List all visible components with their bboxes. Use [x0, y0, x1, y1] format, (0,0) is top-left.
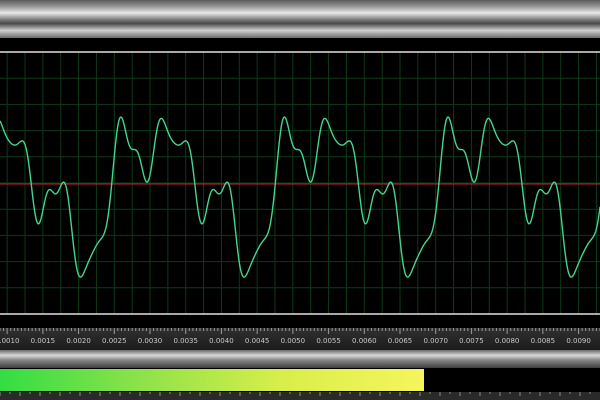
time-tick-label: 0.0070 [423, 337, 448, 345]
time-tick-label: 0.0075 [459, 337, 484, 345]
time-tick-label: 0.0085 [531, 337, 556, 345]
time-tick-label: 0.0055 [316, 337, 341, 345]
time-tick-label: 0.0020 [66, 337, 91, 345]
time-tick-label: 0.0010 [0, 337, 19, 345]
time-tick-label: 0.0065 [388, 337, 413, 345]
plot-svg [0, 38, 600, 328]
time-tick-label: 0.0040 [209, 337, 234, 345]
time-tick-label: 0.0030 [138, 337, 163, 345]
level-meter-scale-svg [0, 392, 591, 396]
time-tick-label: 0.0025 [102, 337, 127, 345]
oscilloscope-plot[interactable] [0, 38, 600, 328]
level-meter-fill [0, 369, 425, 391]
time-tick-label: 0.0045 [245, 337, 270, 345]
time-tick-label: 0.0015 [31, 337, 56, 345]
top-frame-bevel [0, 0, 600, 38]
level-meter-scale [0, 392, 600, 400]
time-tick-label: 0.0035 [173, 337, 198, 345]
time-tick-label: 0.0090 [566, 337, 591, 345]
time-tick-label: 0.0050 [281, 337, 306, 345]
time-ruler-svg: 0.0010 0.0015 0.0020 0.0025 0.0030 0.0035 0.00… [0, 328, 600, 345]
time-tick-label: 0.0060 [352, 337, 377, 345]
time-axis-ruler[interactable]: 0.0010 0.0015 0.0020 0.0025 0.0030 0.0035 0.00… [0, 328, 600, 350]
time-tick-label: 0.0080 [495, 337, 520, 345]
level-meter [0, 368, 600, 392]
bottom-frame-bevel [0, 350, 600, 368]
